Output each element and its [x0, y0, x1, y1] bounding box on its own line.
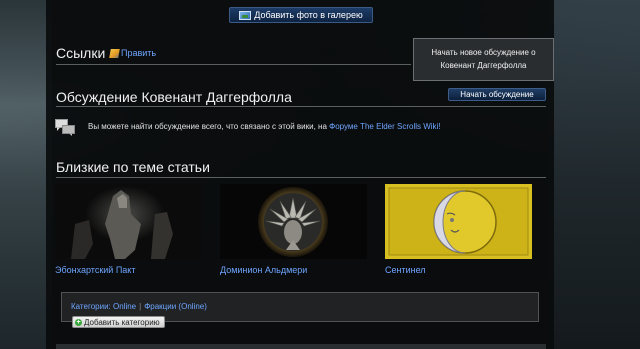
categories-prefix[interactable]: Категории:: [71, 302, 111, 311]
related-link-ebonheart[interactable]: Эбонхартский Пакт: [55, 265, 135, 275]
categories-line: Категории: Online | Фракции (Online): [71, 302, 207, 311]
forum-link[interactable]: Форуме The Elder Scrolls Wiki!: [329, 122, 440, 131]
add-category-label: Добавить категорию: [84, 317, 160, 327]
links-divider: [56, 64, 411, 65]
related-divider: [56, 177, 546, 178]
category-link[interactable]: Фракции (Online): [144, 302, 207, 311]
bottom-divider: [56, 344, 546, 349]
forum-info-label: Вы можете найти обсуждение всего, что св…: [88, 122, 330, 131]
background-fog-left: [0, 0, 52, 349]
add-photo-button[interactable]: Добавить фото в галерею: [229, 7, 373, 23]
related-thumbnail-sentinel[interactable]: [385, 184, 532, 259]
add-category-button[interactable]: + Добавить категорию: [72, 316, 165, 328]
photo-icon: [239, 10, 252, 20]
tooltip-line1: Начать новое обсуждение о: [431, 48, 536, 57]
start-discussion-tooltip: Начать новое обсуждение о Ковенант Дагге…: [413, 38, 554, 81]
tooltip-line2: Ковенант Даггерфолла: [440, 61, 527, 70]
category-separator: |: [139, 302, 142, 311]
discussion-heading: Обсуждение Ковенант Даггерфолла: [56, 89, 292, 105]
background-fog-right: [548, 0, 640, 349]
links-heading: Ссылки: [56, 45, 106, 61]
forum-icon: [55, 119, 75, 136]
add-photo-label: Добавить фото в галерею: [254, 10, 363, 20]
related-link-sentinel[interactable]: Сентинел: [385, 265, 426, 275]
edit-links-link[interactable]: Править: [109, 48, 157, 58]
plus-icon: +: [75, 318, 82, 326]
forum-info-text: Вы можете найти обсуждение всего, что св…: [88, 122, 441, 131]
related-heading: Близкие по теме статьи: [56, 159, 210, 175]
related-thumbnail-ebonheart[interactable]: [55, 184, 202, 259]
pencil-icon: [109, 48, 120, 58]
related-link-aldmeri[interactable]: Доминион Альдмери: [220, 265, 307, 275]
edit-label: Править: [121, 48, 157, 58]
related-thumbnail-aldmeri[interactable]: [220, 184, 367, 259]
discussion-divider: [56, 106, 546, 107]
start-discussion-button[interactable]: Начать обсуждение: [448, 88, 546, 101]
category-link[interactable]: Online: [113, 302, 136, 311]
